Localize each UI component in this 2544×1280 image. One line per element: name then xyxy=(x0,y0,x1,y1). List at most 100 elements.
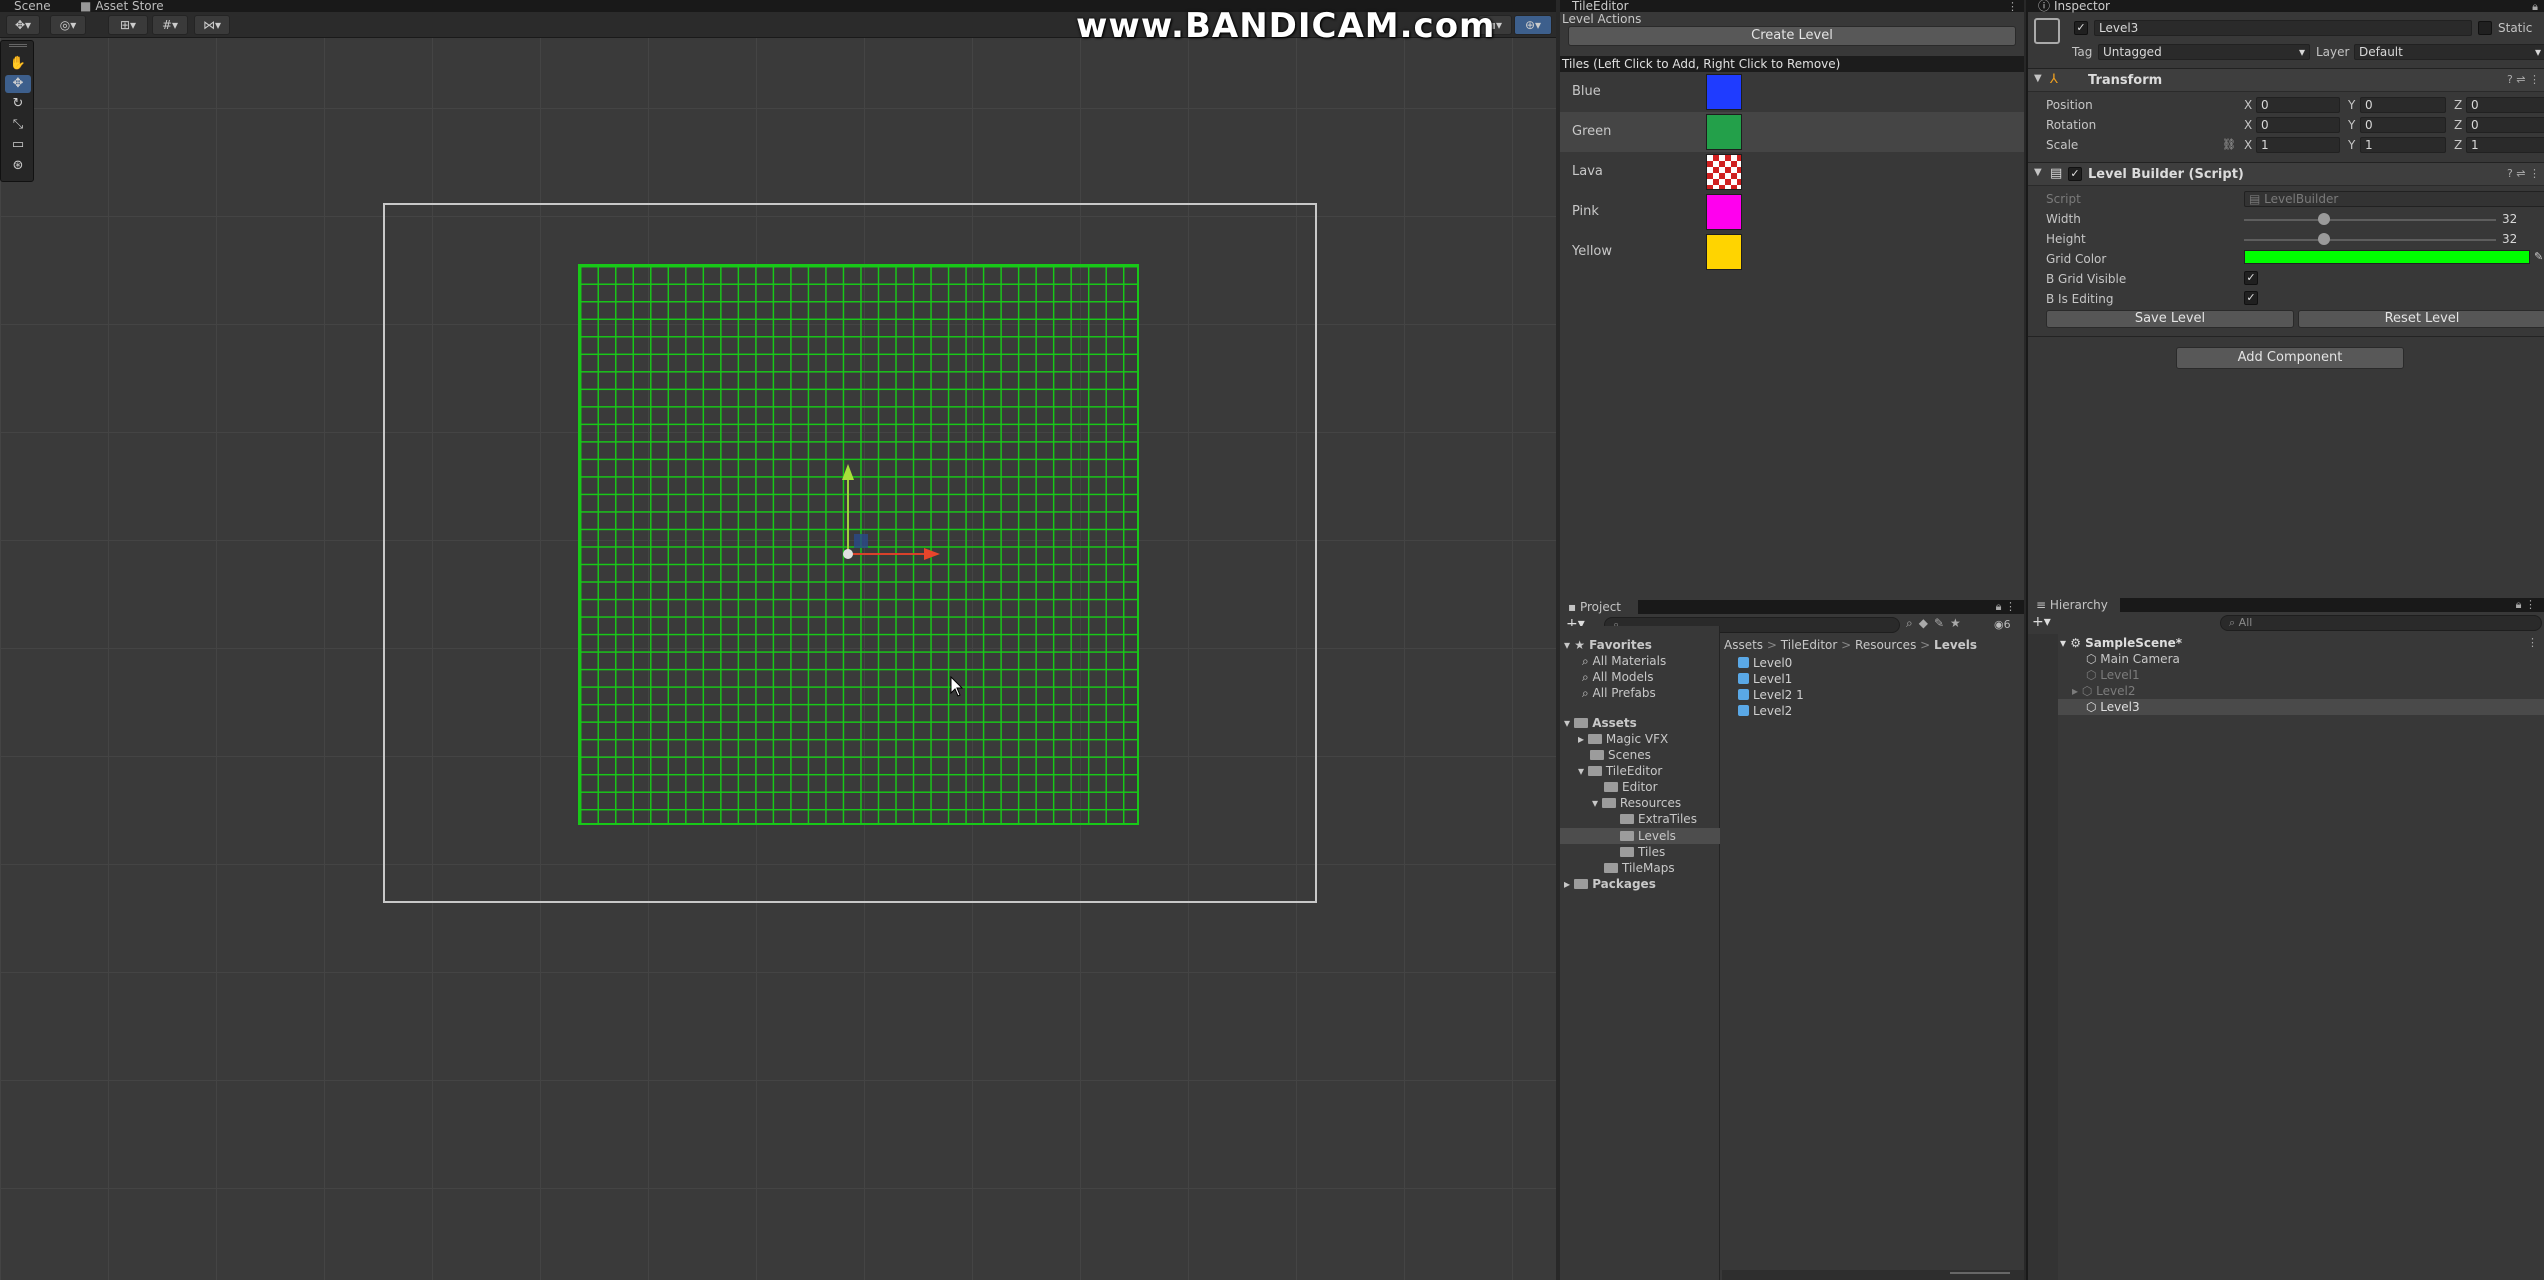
move-tool[interactable]: ✥ xyxy=(5,75,31,93)
gizmo-xy-plane[interactable] xyxy=(854,534,868,548)
move-gizmo[interactable] xyxy=(820,456,940,566)
project-tab[interactable]: ▪ Project xyxy=(1560,600,1638,614)
tile-swatch-yellow[interactable] xyxy=(1706,234,1742,270)
link-icon[interactable]: ⛓ xyxy=(2222,138,2236,151)
tile-item-yellow[interactable]: Yellow xyxy=(1560,232,2024,272)
tile-editor-menu-icon[interactable]: ⋮ xyxy=(2007,0,2018,13)
hierarchy-item-selected[interactable]: ⬡ Level3 xyxy=(2086,700,2140,714)
snap-increment-dropdown[interactable]: ⋈▾ xyxy=(194,15,230,35)
tree-packages[interactable]: ▸ Packages xyxy=(1564,877,1656,891)
tree-folder[interactable]: Editor xyxy=(1604,780,1658,794)
rotate-tool[interactable]: ↻ xyxy=(5,95,31,113)
tile-swatch-pink[interactable] xyxy=(1706,194,1742,230)
asset-item[interactable]: Level0 xyxy=(1738,656,1792,670)
position-x-field[interactable]: 0 xyxy=(2256,97,2340,113)
static-checkbox[interactable] xyxy=(2478,21,2492,35)
rotation-z-field[interactable]: 0 xyxy=(2466,117,2544,133)
transform-header[interactable]: ▼ ⅄ Transform ? ⇌ ⋮ xyxy=(2028,68,2544,92)
component-menu-icons[interactable]: ? ⇌ ⋮ xyxy=(2507,167,2540,180)
hierarchy-item[interactable]: ⬡ Main Camera xyxy=(2086,652,2180,666)
grid-snap-button[interactable]: ⊞▾ xyxy=(108,15,148,35)
rotation-y-field[interactable]: 0 xyxy=(2360,117,2446,133)
icon-size-slider[interactable] xyxy=(1950,1272,2010,1274)
breadcrumb-item[interactable]: Levels xyxy=(1934,638,1977,652)
hierarchy-menu-icons[interactable]: 🔒︎ ⋮ xyxy=(2516,598,2536,612)
tree-folder[interactable]: ▸ Magic VFX xyxy=(1578,732,1668,746)
hierarchy-search-input[interactable]: ⌕ All xyxy=(2220,615,2542,631)
inspector-tab[interactable]: ⓘ Inspector xyxy=(2028,0,2544,12)
tile-item-pink[interactable]: Pink xyxy=(1560,192,2024,232)
tree-folder[interactable]: ▾ TileEditor xyxy=(1578,764,1662,778)
hierarchy-item-disabled[interactable]: ⬡ Level1 xyxy=(2086,668,2140,682)
grid-visible-checkbox[interactable]: ✓ xyxy=(2244,271,2258,285)
scale-tool[interactable]: ⤡ xyxy=(5,116,31,134)
tile-editor-tab[interactable]: TileEditor xyxy=(1560,0,2024,12)
component-enabled-checkbox[interactable]: ✓ xyxy=(2068,167,2082,181)
level-builder-header[interactable]: ▼ ▤ ✓ Level Builder (Script) ? ⇌ ⋮ xyxy=(2028,162,2544,186)
tree-folder-selected[interactable]: Levels xyxy=(1620,829,1676,843)
transform-tool[interactable]: ⊛ xyxy=(5,157,31,175)
height-slider-thumb[interactable] xyxy=(2318,233,2330,245)
hierarchy-tab[interactable]: ≡ Hierarchy xyxy=(2028,598,2120,612)
tree-folder[interactable]: TileMaps xyxy=(1604,861,1675,875)
tree-assets[interactable]: ▾ Assets xyxy=(1564,716,1637,730)
grid-color-swatch[interactable] xyxy=(2244,250,2530,264)
scene-menu-icon[interactable]: ⋮ xyxy=(2527,636,2538,649)
add-component-button[interactable]: Add Component xyxy=(2176,347,2404,369)
eyedropper-icon[interactable]: ✎ xyxy=(2534,250,2543,263)
tile-item-green[interactable]: Green xyxy=(1560,112,2024,152)
asset-item[interactable]: Level2 1 xyxy=(1738,688,1804,702)
tab-scene[interactable]: Scene xyxy=(14,0,51,12)
position-y-field[interactable]: 0 xyxy=(2360,97,2446,113)
tile-swatch-blue[interactable] xyxy=(1706,74,1742,110)
hierarchy-item-disabled[interactable]: ▸ ⬡ Level2 xyxy=(2072,684,2135,698)
position-z-field[interactable]: 0 xyxy=(2466,97,2544,113)
foldout-arrow-icon[interactable]: ▼ xyxy=(2034,73,2042,84)
height-value[interactable]: 32 xyxy=(2502,232,2517,246)
hidden-packages-count[interactable]: ◉6 xyxy=(1994,618,2011,631)
tree-folder[interactable]: ExtraTiles xyxy=(1620,812,1697,826)
tile-item-blue[interactable]: Blue xyxy=(1560,72,2024,112)
tree-favorite-item[interactable]: ⌕ All Materials xyxy=(1582,654,1666,669)
transform-tools-dropdown[interactable]: ✥▾ xyxy=(6,15,40,35)
tree-favorite-item[interactable]: ⌕ All Models xyxy=(1582,670,1654,685)
drag-handle[interactable] xyxy=(9,44,27,47)
pivot-dropdown[interactable]: ◎▾ xyxy=(50,15,86,35)
scene-view[interactable]: Scene ■ Asset Store ✥▾ ◎▾ ⊞▾ #▾ ⋈▾ ▪▾ ⊕▾ … xyxy=(0,0,1556,1280)
tile-item-lava[interactable]: Lava xyxy=(1560,152,2024,192)
breadcrumb-item[interactable]: Assets xyxy=(1724,638,1763,652)
breadcrumb-item[interactable]: Resources xyxy=(1855,638,1916,652)
tree-favorite-item[interactable]: ⌕ All Prefabs xyxy=(1582,686,1656,701)
height-slider-track[interactable] xyxy=(2244,239,2496,241)
hand-tool[interactable]: ✋ xyxy=(5,55,31,73)
gizmos-dropdown[interactable]: ⊕▾ xyxy=(1514,15,1552,35)
active-checkbox[interactable]: ✓ xyxy=(2074,21,2088,35)
foldout-arrow-icon[interactable]: ▼ xyxy=(2034,167,2042,178)
layer-dropdown[interactable]: Default ▾ xyxy=(2354,44,2544,60)
grid-visibility-dropdown[interactable]: #▾ xyxy=(152,15,188,35)
scene-root-item[interactable]: ▾ ⚙ SampleScene* xyxy=(2060,636,2182,650)
create-object-button[interactable]: +▾ xyxy=(2032,614,2051,630)
tab-asset-store[interactable]: ■ Asset Store xyxy=(80,0,164,12)
tile-swatch-lava[interactable] xyxy=(1706,154,1742,190)
breadcrumb-item[interactable]: TileEditor xyxy=(1781,638,1838,652)
create-level-button[interactable]: Create Level xyxy=(1568,26,2016,46)
asset-item[interactable]: Level2 xyxy=(1738,704,1792,718)
gizmo-y-arrow[interactable] xyxy=(842,464,854,480)
tile-swatch-green[interactable] xyxy=(1706,114,1742,150)
project-filter-icons[interactable]: ⌕◆✎★ xyxy=(1906,616,1967,631)
object-name-field[interactable]: Level3 xyxy=(2094,20,2472,36)
scale-z-field[interactable]: 1 xyxy=(2466,137,2544,153)
project-menu-icons[interactable]: 🔒︎ ⋮ xyxy=(1996,600,2016,614)
save-level-button[interactable]: Save Level xyxy=(2046,310,2294,328)
inspector-lock-icon[interactable]: 🔒︎ xyxy=(2532,0,2538,14)
reset-level-button[interactable]: Reset Level xyxy=(2298,310,2544,328)
width-slider-thumb[interactable] xyxy=(2318,213,2330,225)
width-slider-track[interactable] xyxy=(2244,219,2496,221)
tree-favorites[interactable]: ▾ ★ Favorites xyxy=(1564,638,1652,652)
scale-x-field[interactable]: 1 xyxy=(2256,137,2340,153)
component-menu-icons[interactable]: ? ⇌ ⋮ xyxy=(2507,73,2540,86)
gizmo-center[interactable] xyxy=(843,549,853,559)
tree-folder[interactable]: Tiles xyxy=(1620,845,1665,859)
asset-item[interactable]: Level1 xyxy=(1738,672,1792,686)
